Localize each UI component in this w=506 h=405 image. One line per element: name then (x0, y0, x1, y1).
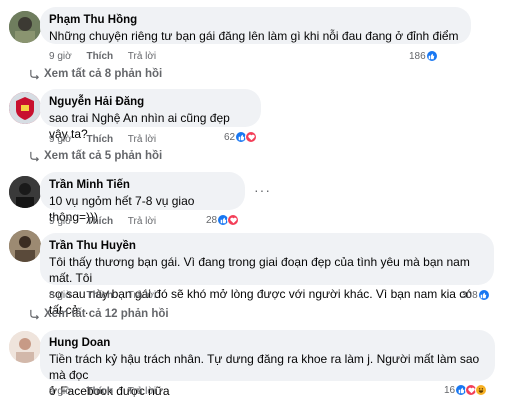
comment-text-line: Tôi thấy thương bạn gái. Vì đang trong g… (49, 255, 470, 285)
reaction-count: 16 (444, 384, 456, 396)
comment-author[interactable]: Trần Minh Tiến (49, 178, 234, 193)
comment-author[interactable]: Phạm Thu Hồng (49, 13, 460, 28)
comment-actions: 8 giờ Thích Trả lời (49, 290, 168, 302)
comment-bubble: Trần Thu Huyền Tôi thấy thương bạn gái. … (40, 233, 494, 317)
like-button[interactable]: Thích (86, 386, 113, 397)
reply-button[interactable]: Trả lời (128, 386, 156, 397)
comment-bubble: Nguyễn Hải Đăng sao trai Nghệ An nhìn ai… (40, 89, 261, 141)
comment-time[interactable]: 9 giờ (49, 51, 72, 62)
reply-button[interactable]: Trả lời (128, 216, 156, 227)
reaction-count: 62 (224, 131, 236, 143)
comment-actions: 9 giờ Thích Trả lời (49, 134, 168, 146)
comment-actions: 9 giờ Thích Trả lời (49, 216, 168, 228)
view-more-replies-label: Xem tất cả 5 phản hồi (44, 150, 163, 162)
like-button[interactable]: Thích (86, 51, 113, 62)
view-more-replies[interactable]: Xem tất cả 8 phản hồi (29, 68, 162, 80)
reaction-count: 186 (409, 50, 426, 62)
reaction-summary[interactable]: 308 (461, 288, 490, 302)
comment-actions: 9 giờ Thích Trả lời (49, 386, 168, 398)
haha-icon (475, 384, 488, 396)
comment-actions: 9 giờ Thích Trả lời (49, 51, 168, 63)
view-more-replies-label: Xem tất cả 12 phản hồi (44, 308, 169, 320)
comment-bubble: Hung Doan Tiền trách kỷ hậu trách nhân. … (40, 330, 495, 398)
reply-button[interactable]: Trả lời (128, 51, 156, 62)
comment-bubble: Trần Minh Tiến 10 vụ ngỏm hết 7-8 vụ gia… (40, 172, 245, 224)
reaction-count: 308 (461, 289, 478, 301)
reply-arrow-icon (30, 69, 40, 80)
comment-author[interactable]: Nguyễn Hải Đăng (49, 95, 250, 110)
reply-arrow-icon (30, 151, 40, 162)
heart-icon (227, 214, 240, 226)
comment-author[interactable]: Trần Thu Huyền (49, 239, 483, 254)
comment-time[interactable]: 9 giờ (49, 386, 72, 397)
reply-button[interactable]: Trả lời (128, 290, 156, 301)
like-icon (425, 50, 438, 62)
like-button[interactable]: Thích (86, 290, 113, 301)
like-button[interactable]: Thích (86, 216, 113, 227)
reaction-summary[interactable]: 16 (444, 383, 488, 397)
reaction-summary[interactable]: 186 (409, 49, 438, 63)
avatar[interactable] (9, 11, 41, 43)
comment-time[interactable]: 8 giờ (49, 290, 72, 301)
comment-text: Những chuyện riêng tư bạn gái đăng lên l… (49, 29, 459, 43)
comment-bubble: Phạm Thu Hồng Những chuyện riêng tư bạn … (40, 7, 471, 44)
view-more-replies-label: Xem tất cả 8 phản hồi (44, 68, 163, 80)
comment-time[interactable]: 9 giờ (49, 134, 72, 145)
comment-author[interactable]: Hung Doan (49, 336, 484, 351)
view-more-replies[interactable]: Xem tất cả 5 phản hồi (29, 150, 162, 162)
reply-button[interactable]: Trả lời (128, 134, 156, 145)
heart-icon (245, 131, 258, 143)
more-horizontal-icon[interactable]: ··· (254, 182, 271, 198)
view-more-replies[interactable]: Xem tất cả 12 phản hồi (29, 308, 169, 320)
reaction-count: 28 (206, 214, 218, 226)
reply-arrow-icon (30, 309, 40, 320)
comment-time[interactable]: 9 giờ (49, 216, 72, 227)
reaction-summary[interactable]: 62 (224, 130, 258, 144)
avatar[interactable] (9, 331, 41, 363)
comment-text-line: Tiền trách kỷ hậu trách nhân. Tự dưng đă… (49, 352, 480, 382)
like-button[interactable]: Thích (86, 134, 113, 145)
avatar[interactable] (9, 230, 41, 262)
avatar[interactable] (9, 92, 41, 124)
reaction-summary[interactable]: 28 (206, 213, 240, 227)
avatar[interactable] (9, 176, 41, 208)
like-icon (477, 289, 490, 301)
